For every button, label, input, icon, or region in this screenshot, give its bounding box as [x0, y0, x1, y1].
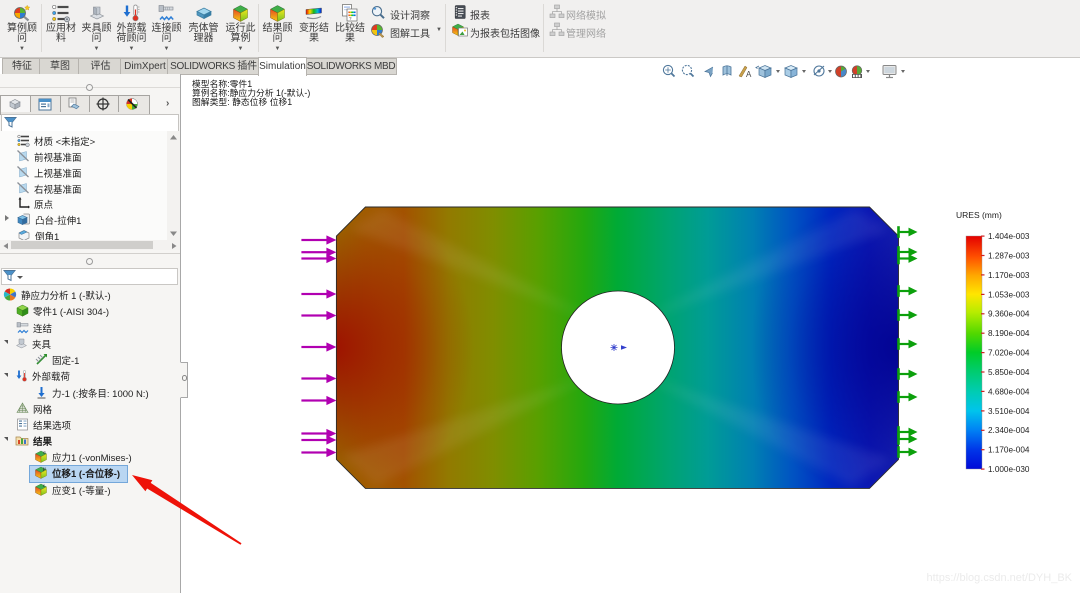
svg-text:URES (mm): URES (mm) [956, 210, 1002, 220]
svg-text:σ: σ [43, 450, 46, 455]
svg-text:4.680e-004: 4.680e-004 [988, 387, 1030, 396]
svg-text:A: A [746, 70, 752, 79]
svg-text:1.000e-030: 1.000e-030 [988, 465, 1030, 474]
svg-text:ε: ε [43, 483, 45, 488]
svg-text:2.340e-004: 2.340e-004 [988, 426, 1030, 435]
svg-text:1.404e-003: 1.404e-003 [988, 232, 1030, 241]
svg-text:1.170e-003: 1.170e-003 [988, 271, 1030, 280]
svg-text:7.020e-004: 7.020e-004 [988, 349, 1030, 358]
svg-text:9.360e-004: 9.360e-004 [988, 310, 1030, 319]
svg-text:3.510e-004: 3.510e-004 [988, 407, 1030, 416]
svg-text:1.053e-003: 1.053e-003 [988, 290, 1030, 299]
svg-text:1.287e-003: 1.287e-003 [988, 251, 1030, 260]
svg-text:1.170e-004: 1.170e-004 [988, 446, 1030, 455]
svg-text:5.850e-004: 5.850e-004 [988, 368, 1030, 377]
svg-text:8.190e-004: 8.190e-004 [988, 329, 1030, 338]
svg-text:μ: μ [43, 466, 46, 471]
